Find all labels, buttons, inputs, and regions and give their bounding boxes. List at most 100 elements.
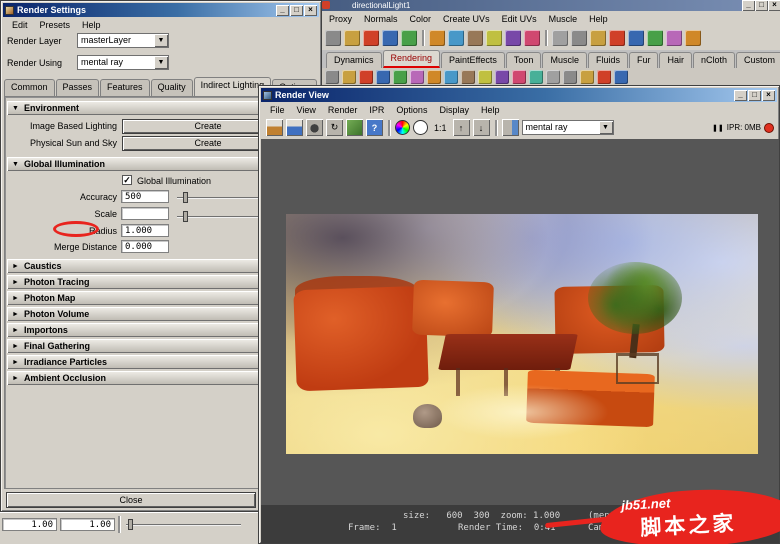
minimize-button[interactable]: _ [276, 4, 289, 16]
menu-ipr[interactable]: IPR [364, 104, 389, 116]
renderer-dropdown[interactable]: mental ray ▼ [521, 120, 614, 135]
menu-normals[interactable]: Normals [359, 13, 403, 24]
shelf-icon[interactable] [427, 69, 441, 84]
help-icon[interactable]: ? [366, 119, 383, 136]
toolbar-icon[interactable] [590, 29, 606, 46]
snapshot-icon[interactable] [306, 119, 323, 136]
close-window-button[interactable]: × [304, 4, 317, 16]
menu-edit[interactable]: Edit [7, 19, 33, 31]
zoom-1-1-button[interactable]: 1:1 [434, 123, 447, 133]
global-illumination-checkbox[interactable]: ✓ [122, 175, 132, 185]
maya-minimize-button[interactable]: _ [742, 0, 755, 11]
shelf-tab-rendering[interactable]: Rendering [382, 50, 441, 68]
menu-muscle[interactable]: Muscle [544, 13, 583, 24]
pause-ipr-icon[interactable]: ❚❚ [712, 124, 724, 132]
render-layer-dropdown[interactable]: masterLayer ▼ [77, 33, 169, 48]
ipr-render-icon[interactable] [286, 119, 303, 136]
bottom-slider-handle[interactable] [128, 519, 133, 530]
menu-color[interactable]: Color [405, 13, 437, 24]
radius-field[interactable]: 1.000 [121, 224, 169, 237]
maximize-button[interactable]: □ [290, 4, 303, 16]
render-view-titlebar[interactable]: Render View _ □ × [261, 88, 777, 102]
shelf-tab-fluids[interactable]: Fluids [587, 52, 628, 68]
shelf-icon[interactable] [495, 69, 509, 84]
menu-display[interactable]: Display [434, 104, 474, 116]
shelf-icon[interactable] [376, 69, 390, 84]
maya-close-button[interactable]: × [768, 0, 780, 11]
shelf-tab-muscle[interactable]: Muscle [542, 52, 587, 68]
shelf-icon[interactable] [580, 69, 594, 84]
toolbar-icon[interactable] [571, 29, 587, 46]
shelf-icon[interactable] [342, 69, 356, 84]
menu-file[interactable]: File [265, 104, 290, 116]
toolbar-icon[interactable] [505, 29, 521, 46]
shelf-tab-fur[interactable]: Fur [628, 52, 659, 68]
toolbar-icon[interactable] [325, 29, 341, 46]
close-window-button[interactable]: × [762, 89, 775, 101]
remove-image-icon[interactable]: ↓ [472, 119, 490, 136]
menu-render[interactable]: Render [323, 104, 363, 116]
menu-help[interactable]: Help [584, 13, 613, 24]
menu-create-uvs[interactable]: Create UVs [438, 13, 495, 24]
toolbar-icon[interactable] [666, 29, 682, 46]
shelf-icon[interactable] [563, 69, 577, 84]
toolbar-icon[interactable] [685, 29, 701, 46]
tab-quality[interactable]: Quality [150, 79, 193, 96]
toolbar-icon[interactable] [486, 29, 502, 46]
toolbar-icon[interactable] [524, 29, 540, 46]
shelf-icon[interactable] [512, 69, 526, 84]
render-settings-titlebar[interactable]: Render Settings _ □ × [3, 3, 319, 17]
render-using-dropdown[interactable]: mental ray ▼ [77, 55, 169, 70]
shelf-icon[interactable] [546, 69, 560, 84]
shelf-icon[interactable] [444, 69, 458, 84]
shelf-tab-hair[interactable]: Hair [659, 52, 692, 68]
rgb-channel-icon[interactable] [395, 120, 410, 135]
shelf-tab-painteffects[interactable]: PaintEffects [441, 52, 505, 68]
menu-edit-uvs[interactable]: Edit UVs [497, 13, 542, 24]
menu-options[interactable]: Options [391, 104, 432, 116]
toolbar-icon[interactable] [628, 29, 644, 46]
maximize-button[interactable]: □ [748, 89, 761, 101]
toolbar-icon[interactable] [552, 29, 568, 46]
tab-passes[interactable]: Passes [55, 79, 100, 96]
maya-maximize-button[interactable]: □ [755, 0, 768, 11]
toolbar-icon[interactable] [448, 29, 464, 46]
shelf-icon[interactable] [614, 69, 628, 84]
tab-features[interactable]: Features [100, 79, 150, 96]
toolbar-icon[interactable] [429, 29, 445, 46]
shelf-tab-custom[interactable]: Custom [736, 52, 780, 68]
menu-proxy[interactable]: Proxy [324, 13, 357, 24]
accuracy-slider-handle[interactable] [183, 192, 188, 203]
menu-presets[interactable]: Presets [35, 19, 76, 31]
shelf-tab-toon[interactable]: Toon [505, 52, 542, 68]
shelf-icon[interactable] [393, 69, 407, 84]
shelf-icon[interactable] [461, 69, 475, 84]
render-icon[interactable] [266, 119, 283, 136]
shelf-icon[interactable] [359, 69, 373, 84]
menu-help[interactable]: Help [77, 19, 106, 31]
toolbar-icon[interactable] [344, 29, 360, 46]
minimize-button[interactable]: _ [734, 89, 747, 101]
toolbar-icon[interactable] [647, 29, 663, 46]
toolbar-icon[interactable] [363, 29, 379, 46]
render-canvas[interactable] [261, 139, 779, 505]
range-start-field[interactable]: 1.00 [2, 518, 57, 531]
toolbar-icon[interactable] [467, 29, 483, 46]
scale-field[interactable] [121, 207, 169, 220]
toolbar-icon[interactable] [609, 29, 625, 46]
tab-common[interactable]: Common [4, 79, 55, 96]
menu-view[interactable]: View [292, 104, 321, 116]
shelf-tab-ncloth[interactable]: nCloth [693, 52, 736, 68]
alpha-channel-icon[interactable] [413, 120, 428, 135]
shelf-tab-dynamics[interactable]: Dynamics [326, 52, 382, 68]
redo-render-icon[interactable]: ↻ [326, 119, 343, 136]
scale-slider-handle[interactable] [183, 211, 188, 222]
toolbar-icon[interactable] [382, 29, 398, 46]
accuracy-field[interactable]: 500 [121, 190, 169, 203]
shelf-icon[interactable] [410, 69, 424, 84]
shelf-icon[interactable] [478, 69, 492, 84]
shelf-icon[interactable] [597, 69, 611, 84]
toolbar-icon[interactable] [401, 29, 417, 46]
keep-image-icon[interactable]: ↑ [452, 119, 470, 136]
menu-help[interactable]: Help [476, 104, 505, 116]
